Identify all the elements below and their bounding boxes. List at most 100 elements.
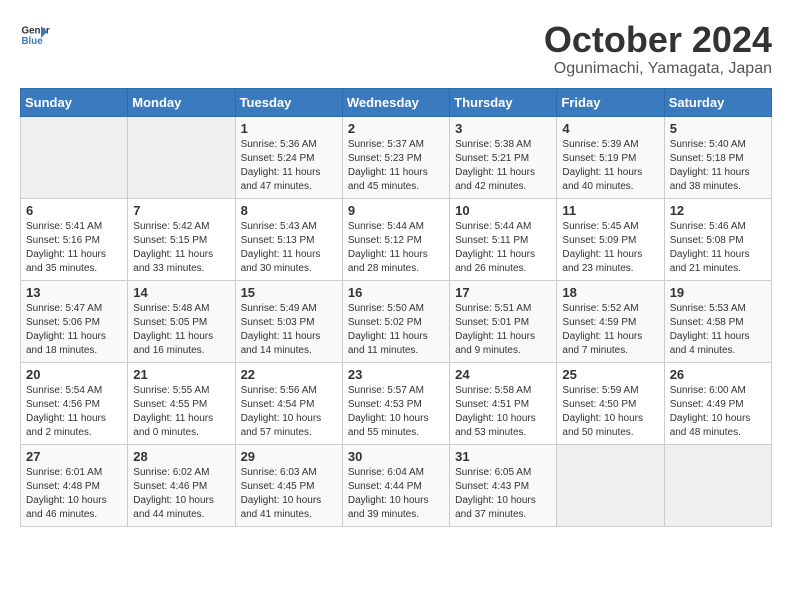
calendar-cell: 24 Sunrise: 5:58 AMSunset: 4:51 PMDaylig… [450, 362, 557, 444]
calendar-cell: 6 Sunrise: 5:41 AMSunset: 5:16 PMDayligh… [21, 198, 128, 280]
cell-content: Sunrise: 5:45 AMSunset: 5:09 PMDaylight:… [562, 220, 658, 276]
calendar-body: 1 Sunrise: 5:36 AMSunset: 5:24 PMDayligh… [21, 116, 772, 526]
day-number: 29 [241, 449, 337, 464]
cell-content: Sunrise: 5:51 AMSunset: 5:01 PMDaylight:… [455, 302, 551, 358]
calendar-cell [21, 116, 128, 198]
cell-content: Sunrise: 5:41 AMSunset: 5:16 PMDaylight:… [26, 220, 122, 276]
calendar-cell: 10 Sunrise: 5:44 AMSunset: 5:11 PMDaylig… [450, 198, 557, 280]
cell-content: Sunrise: 5:44 AMSunset: 5:12 PMDaylight:… [348, 220, 444, 276]
day-number: 26 [670, 367, 766, 382]
day-number: 6 [26, 203, 122, 218]
calendar-header-row: SundayMondayTuesdayWednesdayThursdayFrid… [21, 88, 772, 116]
calendar-cell: 8 Sunrise: 5:43 AMSunset: 5:13 PMDayligh… [235, 198, 342, 280]
location: Ogunimachi, Yamagata, Japan [544, 60, 772, 78]
calendar-cell: 9 Sunrise: 5:44 AMSunset: 5:12 PMDayligh… [342, 198, 449, 280]
day-number: 4 [562, 121, 658, 136]
calendar-week-5: 27 Sunrise: 6:01 AMSunset: 4:48 PMDaylig… [21, 444, 772, 526]
day-number: 7 [133, 203, 229, 218]
calendar-cell: 14 Sunrise: 5:48 AMSunset: 5:05 PMDaylig… [128, 280, 235, 362]
cell-content: Sunrise: 5:44 AMSunset: 5:11 PMDaylight:… [455, 220, 551, 276]
cell-content: Sunrise: 5:47 AMSunset: 5:06 PMDaylight:… [26, 302, 122, 358]
day-number: 1 [241, 121, 337, 136]
cell-content: Sunrise: 6:05 AMSunset: 4:43 PMDaylight:… [455, 466, 551, 522]
calendar-cell: 12 Sunrise: 5:46 AMSunset: 5:08 PMDaylig… [664, 198, 771, 280]
calendar-cell: 11 Sunrise: 5:45 AMSunset: 5:09 PMDaylig… [557, 198, 664, 280]
cell-content: Sunrise: 5:52 AMSunset: 4:59 PMDaylight:… [562, 302, 658, 358]
cell-content: Sunrise: 6:01 AMSunset: 4:48 PMDaylight:… [26, 466, 122, 522]
cell-content: Sunrise: 5:43 AMSunset: 5:13 PMDaylight:… [241, 220, 337, 276]
day-header-thursday: Thursday [450, 88, 557, 116]
day-number: 22 [241, 367, 337, 382]
calendar-cell: 2 Sunrise: 5:37 AMSunset: 5:23 PMDayligh… [342, 116, 449, 198]
cell-content: Sunrise: 5:39 AMSunset: 5:19 PMDaylight:… [562, 138, 658, 194]
day-number: 28 [133, 449, 229, 464]
day-number: 24 [455, 367, 551, 382]
cell-content: Sunrise: 5:36 AMSunset: 5:24 PMDaylight:… [241, 138, 337, 194]
title-block: October 2024 Ogunimachi, Yamagata, Japan [544, 20, 772, 78]
calendar-cell: 27 Sunrise: 6:01 AMSunset: 4:48 PMDaylig… [21, 444, 128, 526]
day-number: 14 [133, 285, 229, 300]
day-number: 23 [348, 367, 444, 382]
page-header: General Blue October 2024 Ogunimachi, Ya… [20, 20, 772, 78]
calendar-cell: 4 Sunrise: 5:39 AMSunset: 5:19 PMDayligh… [557, 116, 664, 198]
cell-content: Sunrise: 6:04 AMSunset: 4:44 PMDaylight:… [348, 466, 444, 522]
day-number: 21 [133, 367, 229, 382]
calendar-cell: 18 Sunrise: 5:52 AMSunset: 4:59 PMDaylig… [557, 280, 664, 362]
calendar-week-3: 13 Sunrise: 5:47 AMSunset: 5:06 PMDaylig… [21, 280, 772, 362]
day-number: 15 [241, 285, 337, 300]
cell-content: Sunrise: 5:57 AMSunset: 4:53 PMDaylight:… [348, 384, 444, 440]
day-number: 16 [348, 285, 444, 300]
calendar-cell: 19 Sunrise: 5:53 AMSunset: 4:58 PMDaylig… [664, 280, 771, 362]
calendar-cell: 26 Sunrise: 6:00 AMSunset: 4:49 PMDaylig… [664, 362, 771, 444]
calendar-cell [128, 116, 235, 198]
cell-content: Sunrise: 5:48 AMSunset: 5:05 PMDaylight:… [133, 302, 229, 358]
day-number: 17 [455, 285, 551, 300]
cell-content: Sunrise: 5:54 AMSunset: 4:56 PMDaylight:… [26, 384, 122, 440]
day-number: 31 [455, 449, 551, 464]
calendar-cell: 23 Sunrise: 5:57 AMSunset: 4:53 PMDaylig… [342, 362, 449, 444]
calendar-cell: 7 Sunrise: 5:42 AMSunset: 5:15 PMDayligh… [128, 198, 235, 280]
day-number: 12 [670, 203, 766, 218]
cell-content: Sunrise: 6:00 AMSunset: 4:49 PMDaylight:… [670, 384, 766, 440]
calendar-cell: 29 Sunrise: 6:03 AMSunset: 4:45 PMDaylig… [235, 444, 342, 526]
day-number: 8 [241, 203, 337, 218]
cell-content: Sunrise: 5:56 AMSunset: 4:54 PMDaylight:… [241, 384, 337, 440]
cell-content: Sunrise: 5:59 AMSunset: 4:50 PMDaylight:… [562, 384, 658, 440]
day-header-wednesday: Wednesday [342, 88, 449, 116]
cell-content: Sunrise: 5:38 AMSunset: 5:21 PMDaylight:… [455, 138, 551, 194]
calendar-week-1: 1 Sunrise: 5:36 AMSunset: 5:24 PMDayligh… [21, 116, 772, 198]
day-number: 19 [670, 285, 766, 300]
calendar-cell: 3 Sunrise: 5:38 AMSunset: 5:21 PMDayligh… [450, 116, 557, 198]
month-title: October 2024 [544, 20, 772, 60]
cell-content: Sunrise: 5:55 AMSunset: 4:55 PMDaylight:… [133, 384, 229, 440]
day-number: 3 [455, 121, 551, 136]
day-number: 5 [670, 121, 766, 136]
cell-content: Sunrise: 5:46 AMSunset: 5:08 PMDaylight:… [670, 220, 766, 276]
calendar-cell: 25 Sunrise: 5:59 AMSunset: 4:50 PMDaylig… [557, 362, 664, 444]
calendar-cell [664, 444, 771, 526]
calendar-cell: 22 Sunrise: 5:56 AMSunset: 4:54 PMDaylig… [235, 362, 342, 444]
day-header-saturday: Saturday [664, 88, 771, 116]
day-header-tuesday: Tuesday [235, 88, 342, 116]
logo: General Blue [20, 20, 50, 50]
day-number: 30 [348, 449, 444, 464]
cell-content: Sunrise: 5:37 AMSunset: 5:23 PMDaylight:… [348, 138, 444, 194]
day-header-monday: Monday [128, 88, 235, 116]
calendar-cell: 30 Sunrise: 6:04 AMSunset: 4:44 PMDaylig… [342, 444, 449, 526]
calendar-cell: 16 Sunrise: 5:50 AMSunset: 5:02 PMDaylig… [342, 280, 449, 362]
svg-text:Blue: Blue [22, 36, 44, 47]
calendar-table: SundayMondayTuesdayWednesdayThursdayFrid… [20, 88, 772, 527]
calendar-week-4: 20 Sunrise: 5:54 AMSunset: 4:56 PMDaylig… [21, 362, 772, 444]
cell-content: Sunrise: 5:58 AMSunset: 4:51 PMDaylight:… [455, 384, 551, 440]
cell-content: Sunrise: 5:42 AMSunset: 5:15 PMDaylight:… [133, 220, 229, 276]
day-header-sunday: Sunday [21, 88, 128, 116]
calendar-cell: 15 Sunrise: 5:49 AMSunset: 5:03 PMDaylig… [235, 280, 342, 362]
cell-content: Sunrise: 6:02 AMSunset: 4:46 PMDaylight:… [133, 466, 229, 522]
day-number: 9 [348, 203, 444, 218]
calendar-cell: 28 Sunrise: 6:02 AMSunset: 4:46 PMDaylig… [128, 444, 235, 526]
day-number: 11 [562, 203, 658, 218]
day-number: 20 [26, 367, 122, 382]
day-number: 25 [562, 367, 658, 382]
calendar-cell: 21 Sunrise: 5:55 AMSunset: 4:55 PMDaylig… [128, 362, 235, 444]
day-number: 10 [455, 203, 551, 218]
